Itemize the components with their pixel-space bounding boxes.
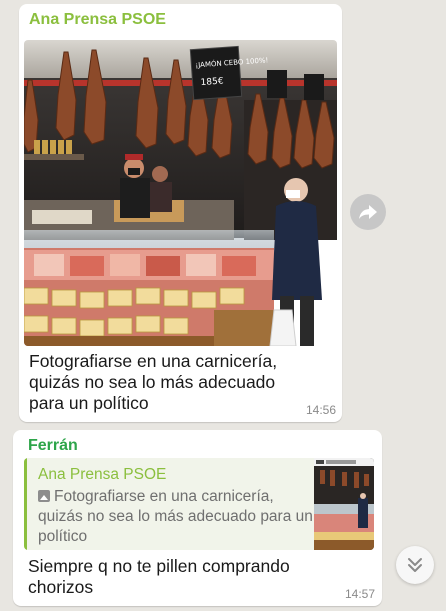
forward-button[interactable]	[350, 194, 386, 230]
message-time: 14:56	[305, 403, 336, 417]
sender-name[interactable]: Ferrán	[28, 437, 78, 455]
quoted-message[interactable]: Ana Prensa PSOE Fotografiarse en una car…	[24, 458, 374, 550]
double-chevron-down-icon	[408, 558, 422, 572]
butcher-shop-photo[interactable]: ¡JAMÓN CEBO 100%! 185€	[24, 40, 337, 346]
svg-text:185€: 185€	[200, 76, 224, 88]
message-text: Fotografiarse en una carnicería, quizás …	[29, 351, 278, 413]
quote-accent-bar	[24, 458, 27, 550]
message-text: Siempre q no te pillen comprando chorizo…	[28, 556, 290, 597]
scroll-down-button[interactable]	[396, 546, 434, 584]
sender-name[interactable]: Ana Prensa PSOE	[29, 11, 166, 29]
quote-text-wrapper: Fotografiarse en una carnicería, quizás …	[38, 487, 320, 547]
message-bubble[interactable]: Ferrán Ana Prensa PSOE Fotografiarse en …	[13, 430, 382, 606]
quote-text: Fotografiarse en una carnicería, quizás …	[38, 488, 313, 545]
message-bubble[interactable]: Ana Prensa PSOE ¡JAMÓN CEBO 100%! 185€ F…	[19, 4, 342, 422]
photo-icon	[38, 490, 50, 502]
message-time: 14:57	[344, 587, 375, 601]
forward-icon	[359, 205, 377, 219]
quote-sender: Ana Prensa PSOE	[38, 466, 167, 483]
butcher-shop-illustration: ¡JAMÓN CEBO 100%! 185€	[24, 40, 337, 346]
quote-thumbnail	[314, 458, 374, 550]
